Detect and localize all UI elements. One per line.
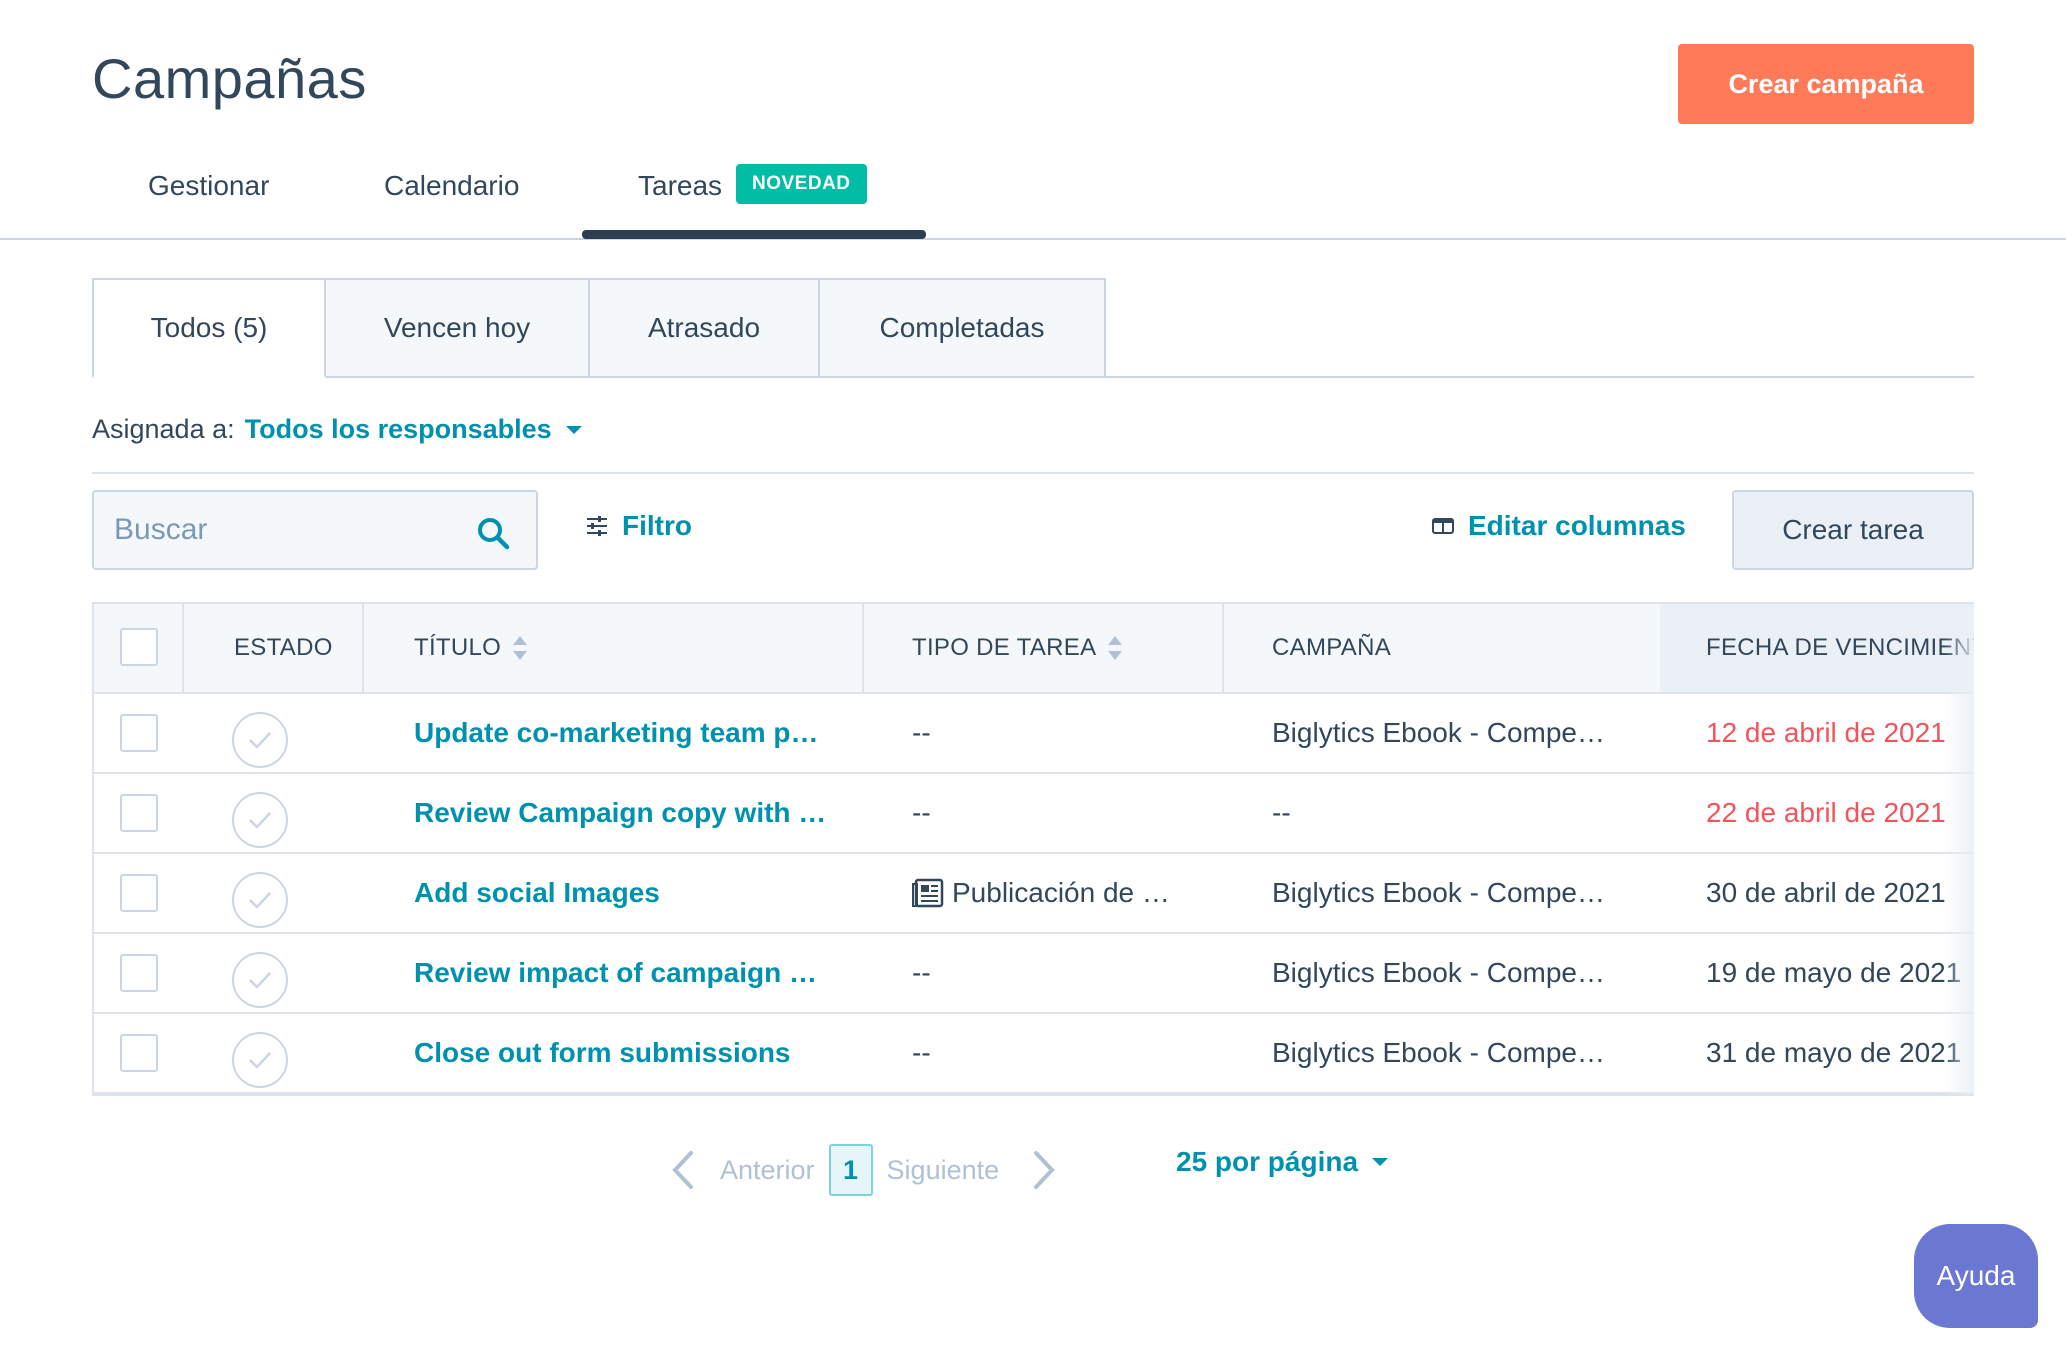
subtab-overdue[interactable]: Atrasado	[590, 278, 820, 378]
assigned-label: Asignada a:	[92, 414, 235, 444]
task-title-link[interactable]: Review Campaign copy with …	[414, 774, 826, 852]
tab-tasks[interactable]: Tareas	[638, 170, 722, 202]
assignee-dropdown[interactable]: Todos los responsables	[245, 414, 552, 445]
checkmark-icon	[249, 1052, 271, 1069]
search-icon[interactable]	[476, 516, 510, 550]
task-type: Publicación de …	[912, 854, 1170, 932]
table-row[interactable]: Add social Images Publicación de … Bigly…	[94, 854, 1974, 934]
column-separator	[182, 604, 184, 692]
subtab-completed[interactable]: Completadas	[820, 278, 1106, 378]
row-checkbox[interactable]	[120, 954, 158, 992]
search-box	[92, 490, 538, 570]
assigned-filter: Asignada a: Todos los responsables	[92, 414, 582, 445]
new-badge: NOVEDAD	[736, 164, 867, 204]
column-header-title-label: TÍTULO	[414, 634, 502, 661]
active-tab-indicator	[582, 230, 926, 239]
chevron-down-icon[interactable]	[565, 425, 582, 434]
subtab-divider	[1104, 376, 1974, 378]
create-task-button[interactable]: Crear tarea	[1732, 490, 1974, 570]
sort-icon[interactable]	[1108, 634, 1123, 662]
column-header-due-date[interactable]: FECHA DE VENCIMIENT	[1660, 604, 1974, 692]
row-checkbox[interactable]	[120, 874, 158, 912]
column-separator	[1222, 604, 1224, 692]
task-type: --	[912, 1037, 931, 1068]
main-tabs: Gestionar Calendario Tareas NOVEDAD	[0, 140, 2066, 240]
column-separator	[362, 604, 364, 692]
edit-columns-button[interactable]: Editar columnas	[1432, 510, 1686, 542]
table-row[interactable]: Review impact of campaign … -- Biglytics…	[94, 934, 1974, 1014]
chevron-right-icon	[1034, 1151, 1055, 1189]
page-number-current[interactable]: 1	[828, 1144, 873, 1196]
task-due-date: 12 de abril de 2021	[1706, 717, 1946, 748]
checkmark-icon	[249, 892, 271, 909]
task-filter-tabs: Todos (5) Vencen hoy Atrasado Completada…	[92, 278, 1106, 378]
filter-button[interactable]: Filtro	[586, 510, 692, 542]
task-type: --	[912, 717, 931, 748]
table-row[interactable]: Close out form submissions -- Biglytics …	[94, 1014, 1974, 1094]
help-button[interactable]: Ayuda	[1914, 1224, 2038, 1328]
next-page-button[interactable]: Siguiente	[887, 1150, 1056, 1190]
pagination: Anterior 1 Siguiente	[672, 1142, 1055, 1198]
task-type: --	[912, 797, 931, 828]
search-input[interactable]	[114, 513, 454, 547]
task-type-label: Publicación de …	[952, 877, 1170, 908]
table-header: ESTADO TÍTULO TIPO DE TAREA CAMPAÑA FECH…	[94, 604, 1974, 694]
task-title-link[interactable]: Add social Images	[414, 854, 660, 932]
checkmark-icon	[249, 732, 271, 749]
checkmark-icon	[249, 812, 271, 829]
complete-task-button[interactable]	[232, 952, 288, 1008]
column-header-status: ESTADO	[234, 634, 333, 661]
edit-columns-label: Editar columnas	[1468, 510, 1686, 541]
divider	[92, 472, 1974, 474]
column-header-title[interactable]: TÍTULO	[414, 604, 528, 692]
complete-task-button[interactable]	[232, 712, 288, 768]
columns-icon	[1432, 518, 1454, 534]
task-title-link[interactable]: Review impact of campaign …	[414, 934, 817, 1012]
filter-sliders-icon	[587, 516, 607, 536]
tab-manage[interactable]: Gestionar	[148, 170, 269, 202]
previous-page-button[interactable]: Anterior	[672, 1150, 815, 1190]
next-page-label: Siguiente	[886, 1154, 1000, 1185]
table-row[interactable]: Update co-marketing team p… -- Biglytics…	[94, 694, 1974, 774]
task-type: --	[912, 957, 931, 988]
subtab-due-today[interactable]: Vencen hoy	[326, 278, 590, 378]
per-page-dropdown[interactable]: 25 por página	[1176, 1146, 1389, 1178]
tab-calendar[interactable]: Calendario	[384, 170, 519, 202]
row-checkbox[interactable]	[120, 1034, 158, 1072]
task-campaign[interactable]: Biglytics Ebook - Compe…	[1272, 694, 1605, 772]
chevron-left-icon	[672, 1151, 693, 1189]
task-due-date: 30 de abril de 2021	[1706, 877, 1946, 908]
task-due-date: 19 de mayo de 2021	[1706, 957, 1962, 988]
task-title-link[interactable]: Close out form submissions	[414, 1014, 791, 1092]
create-campaign-button[interactable]: Crear campaña	[1678, 44, 1974, 124]
complete-task-button[interactable]	[232, 792, 288, 848]
filter-label: Filtro	[622, 510, 692, 541]
chevron-down-icon	[1372, 1158, 1389, 1166]
table-row[interactable]: Review Campaign copy with … -- -- 22 de …	[94, 774, 1974, 854]
complete-task-button[interactable]	[232, 1032, 288, 1088]
tasks-table: ESTADO TÍTULO TIPO DE TAREA CAMPAÑA FECH…	[92, 602, 1974, 1096]
task-campaign: --	[1272, 797, 1291, 828]
task-due-date: 22 de abril de 2021	[1706, 797, 1946, 828]
previous-page-label: Anterior	[720, 1154, 815, 1185]
column-header-task-type[interactable]: TIPO DE TAREA	[912, 604, 1123, 692]
task-campaign[interactable]: Biglytics Ebook - Compe…	[1272, 934, 1605, 1012]
task-title-link[interactable]: Update co-marketing team p…	[414, 694, 819, 772]
page-title: Campañas	[92, 47, 367, 110]
checkmark-icon	[249, 972, 271, 989]
subtab-all[interactable]: Todos (5)	[92, 278, 326, 378]
select-all-checkbox[interactable]	[120, 628, 158, 666]
complete-task-button[interactable]	[232, 872, 288, 928]
task-campaign[interactable]: Biglytics Ebook - Compe…	[1272, 854, 1605, 932]
sort-icon[interactable]	[513, 634, 528, 662]
column-separator	[862, 604, 864, 692]
column-header-campaign: CAMPAÑA	[1272, 634, 1392, 661]
row-checkbox[interactable]	[120, 794, 158, 832]
social-post-icon	[912, 878, 944, 908]
task-due-date: 31 de mayo de 2021	[1706, 1037, 1962, 1068]
column-header-task-type-label: TIPO DE TAREA	[912, 634, 1097, 661]
task-campaign[interactable]: Biglytics Ebook - Compe…	[1272, 1014, 1605, 1092]
row-checkbox[interactable]	[120, 714, 158, 752]
per-page-label: 25 por página	[1176, 1146, 1359, 1177]
